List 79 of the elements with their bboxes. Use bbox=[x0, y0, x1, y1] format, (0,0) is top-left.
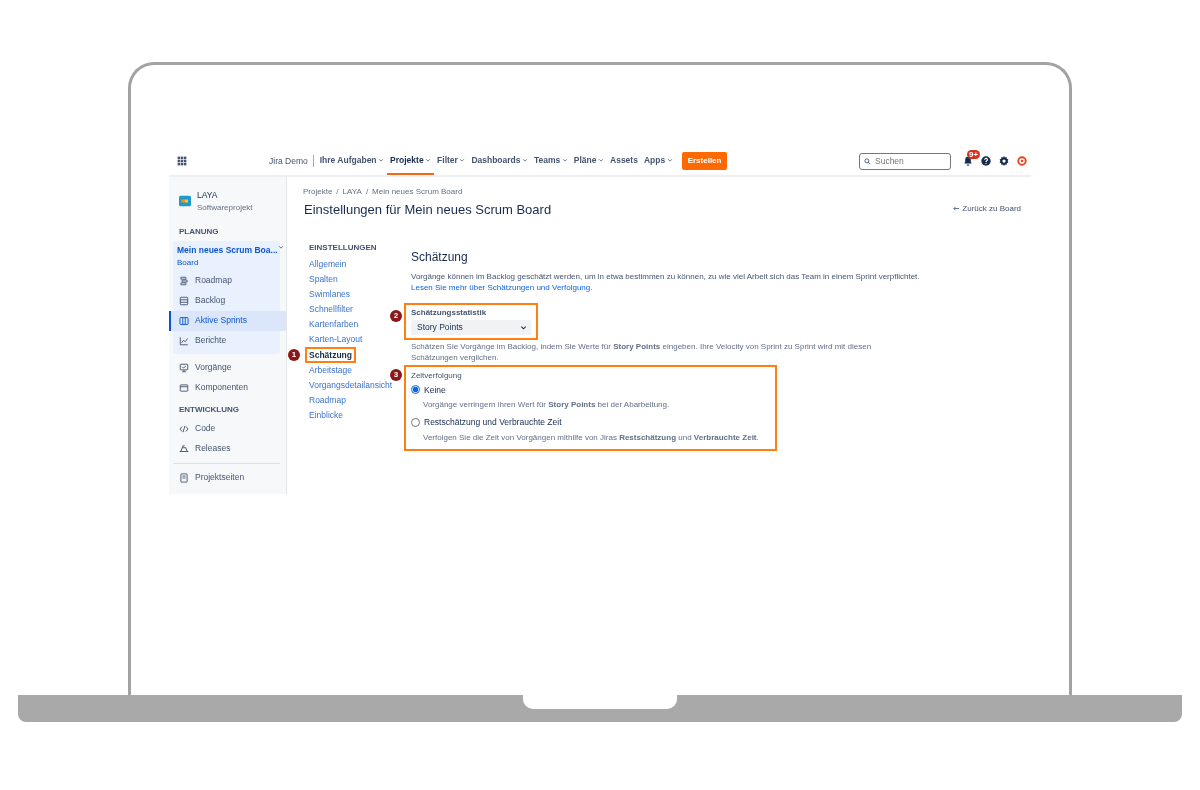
breadcrumb-link[interactable]: Projekte bbox=[303, 187, 333, 196]
search-icon bbox=[864, 157, 871, 165]
help-icon[interactable] bbox=[981, 156, 991, 166]
page-title: Einstellungen für Mein neues Scrum Board bbox=[304, 201, 552, 219]
project-type: Softwareprojekt bbox=[197, 201, 253, 214]
section-heading: PLANUNG bbox=[178, 225, 220, 238]
calendar-icon bbox=[179, 382, 189, 393]
chevron-down-icon bbox=[520, 323, 527, 331]
sidebar-item[interactable]: Berichte bbox=[169, 330, 286, 351]
annotation-marker: 3 bbox=[390, 368, 402, 381]
settings-nav-item[interactable]: Schätzung bbox=[309, 348, 352, 361]
settings-nav-item[interactable]: Spalten bbox=[309, 271, 338, 287]
app-grid-icon[interactable] bbox=[177, 156, 187, 167]
board-icon bbox=[179, 315, 189, 326]
select-field[interactable]: Story Points bbox=[411, 319, 531, 335]
radio-button[interactable] bbox=[411, 385, 420, 395]
project-icon bbox=[179, 195, 191, 208]
nav-menu-item[interactable]: Pläne bbox=[570, 147, 607, 175]
roadmap-icon bbox=[179, 275, 189, 286]
project-name: LAYA bbox=[197, 189, 219, 202]
sidebar-item[interactable]: Backlog bbox=[169, 290, 286, 311]
help-text: Schätzen Sie Vorgänge im Backlog, indem Sie Werte für Story Points eingeben. Ihre Velocity von Sprint zu Sprint wird mit diesen Schätzungen verglichen. bbox=[411, 340, 873, 363]
section-heading: ENTWICKLUNG bbox=[178, 403, 240, 416]
page-icon bbox=[179, 472, 189, 483]
nav-menu-item[interactable]: Teams bbox=[531, 147, 571, 175]
field-label: Schätzungsstatistik bbox=[411, 306, 488, 319]
settings-nav-item[interactable]: Vorgangsdetailansicht bbox=[309, 378, 393, 394]
nav-menu-item[interactable]: Assets bbox=[607, 147, 641, 175]
nav-menu-item[interactable]: Apps bbox=[640, 147, 676, 175]
annotation-marker: 1 bbox=[288, 348, 300, 361]
settings-nav-item[interactable]: Roadmap bbox=[309, 393, 346, 409]
section-title: Schätzung bbox=[411, 248, 469, 266]
nav-menu-item[interactable]: Dashboards bbox=[468, 147, 531, 175]
radio-label[interactable]: Keine bbox=[424, 383, 446, 397]
breadcrumb-separator: / bbox=[365, 187, 369, 196]
settings-nav-item[interactable]: Einblicke bbox=[309, 408, 344, 424]
avatar-icon[interactable] bbox=[1017, 156, 1027, 166]
breadcrumb-link[interactable]: LAYA bbox=[342, 187, 362, 196]
breadcrumb-separator: / bbox=[336, 187, 339, 196]
search-field[interactable]: Suchen bbox=[859, 152, 951, 170]
help-text: Verfolgen Sie die Zeit von Vorgängen mithilfe von Jiras Restschätzung und Verbrauchte Zeit. bbox=[422, 432, 759, 444]
section-heading: EINSTELLUNGEN bbox=[309, 241, 378, 254]
settings-nav-item[interactable]: Arbeitstage bbox=[309, 363, 352, 379]
chevron-down-icon bbox=[277, 243, 284, 250]
description-text: Vorgänge können im Backlog geschätzt werden, um in etwa bestimmen zu können, zu wie viel Arbeit sich das Team in einem Sprint verpflichtet. Lesen Sie mehr über Schätzungen und Verfolgung. bbox=[411, 270, 921, 293]
settings-nav-item[interactable]: Allgemein bbox=[309, 256, 347, 272]
site-name: Jira Demo bbox=[269, 154, 314, 168]
learn-more-link[interactable]: Lesen Sie mehr über Schätzungen und Verfolgung. bbox=[411, 282, 593, 292]
sidebar-item[interactable]: Komponenten bbox=[169, 377, 286, 398]
annotation-marker: 2 bbox=[390, 309, 402, 322]
settings-nav-item[interactable]: Schnellfilter bbox=[309, 301, 353, 317]
monitor-icon bbox=[179, 362, 189, 373]
back-link[interactable]: Zurück zu Board bbox=[962, 202, 1021, 215]
nav-menu-item[interactable]: Ihre Aufgaben bbox=[316, 147, 388, 175]
notification-icon[interactable] bbox=[963, 156, 973, 166]
chart-icon bbox=[179, 335, 189, 346]
nav-menu-item[interactable]: Projekte bbox=[387, 147, 435, 175]
nav-menu-item[interactable]: Filter bbox=[434, 147, 469, 175]
arrow-left-icon bbox=[952, 205, 961, 213]
notification-badge: 9+ bbox=[967, 150, 981, 159]
settings-icon[interactable] bbox=[999, 156, 1009, 166]
settings-nav-item[interactable]: Swimlanes bbox=[309, 286, 351, 302]
backlog-icon bbox=[179, 295, 189, 306]
sidebar-item[interactable]: Vorgänge bbox=[169, 357, 286, 378]
sidebar-item[interactable]: Code bbox=[169, 418, 286, 439]
field-label: Zeitverfolgung bbox=[411, 369, 463, 382]
sidebar-item[interactable]: Projektseiten bbox=[169, 467, 286, 488]
help-text: Vorgänge verringern ihren Wert für Story Points bei der Abarbeitung. bbox=[422, 399, 671, 412]
settings-nav-item[interactable]: Kartenfarben bbox=[309, 316, 359, 332]
board-type: Board bbox=[177, 256, 200, 269]
radio-button[interactable] bbox=[411, 418, 420, 428]
sidebar-item[interactable]: Aktive Sprints bbox=[169, 310, 286, 331]
sidebar-item[interactable]: Roadmap bbox=[169, 270, 286, 291]
settings-nav-item[interactable]: Karten-Layout bbox=[309, 331, 363, 347]
sidebar-item[interactable]: Releases bbox=[169, 438, 286, 459]
board-name[interactable]: Mein neues Scrum Boa... bbox=[177, 243, 278, 257]
breadcrumb-link[interactable]: Mein neues Scrum Board bbox=[372, 187, 463, 196]
code-icon bbox=[179, 423, 189, 434]
radio-label[interactable]: Restschätzung und Verbrauchte Zeit bbox=[424, 416, 562, 429]
